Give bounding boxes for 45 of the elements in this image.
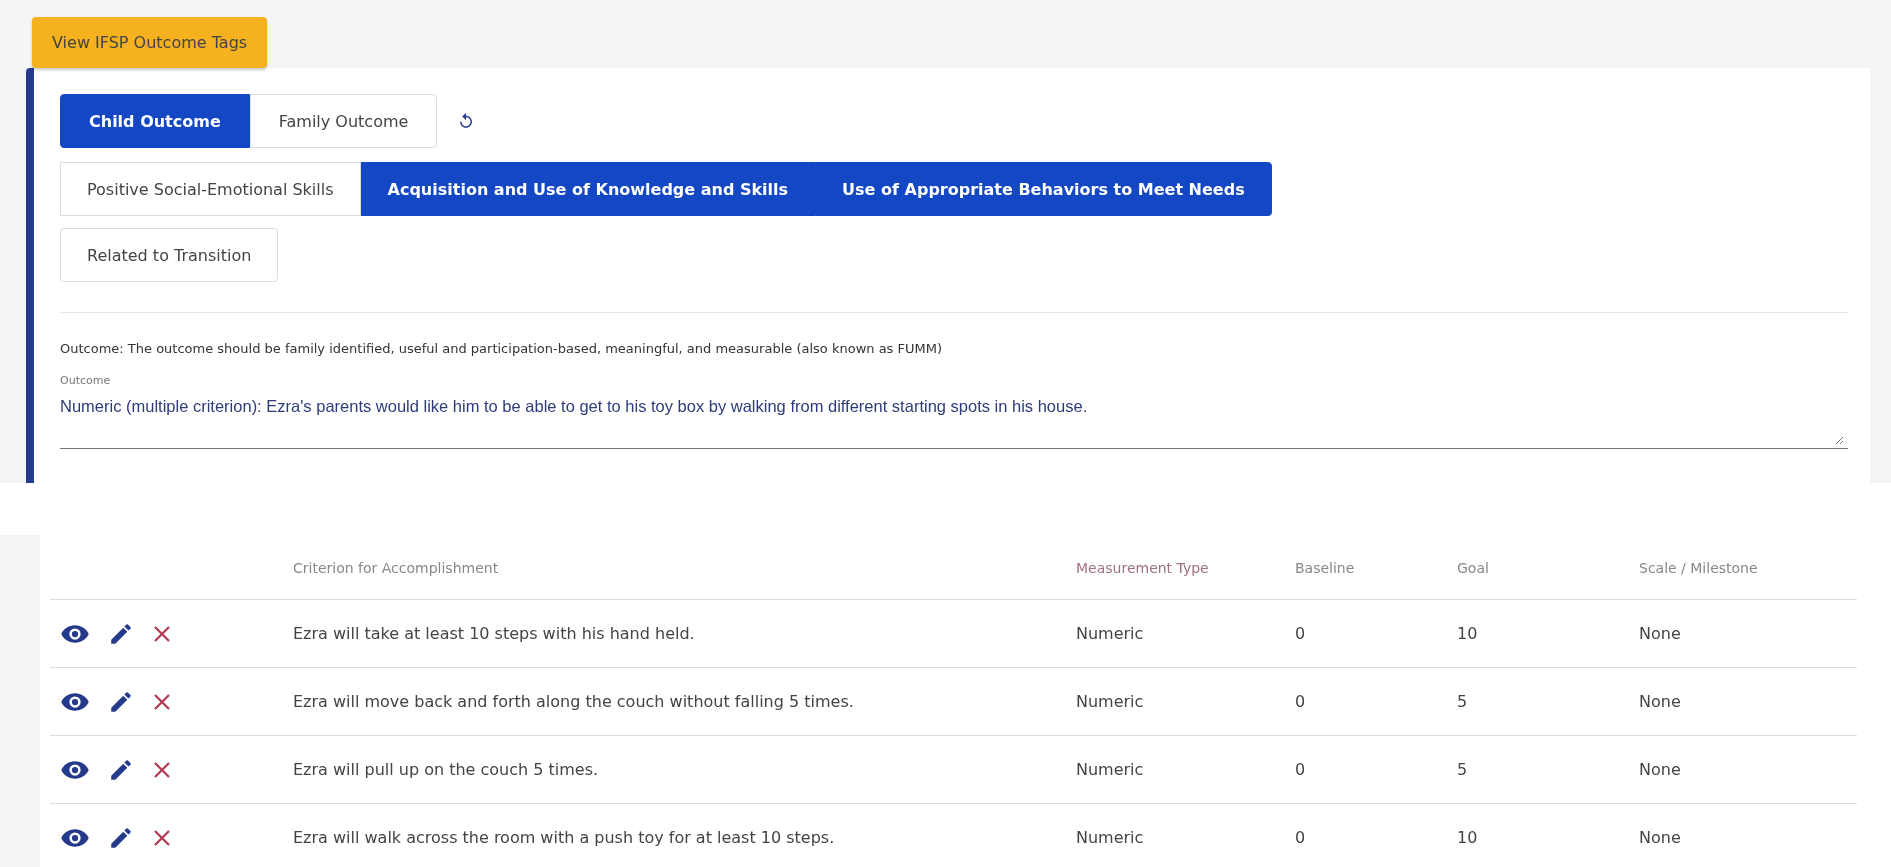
table-cell: Ezra will walk across the room with a push toy for at least 10 steps. [293, 828, 835, 847]
field-label: Outcome [60, 374, 112, 387]
table-cell: Ezra will pull up on the couch 5 times. [293, 760, 599, 779]
outcome-tab[interactable]: Child Outcome [60, 94, 250, 148]
column-header: Scale / Milestone [1639, 559, 1758, 576]
column-header: Criterion for Accomplishment [293, 559, 499, 576]
table-cell: 10 [1457, 624, 1478, 643]
table-cell: Numeric [1076, 692, 1144, 711]
delete-icon[interactable] [152, 623, 172, 644]
view-icon[interactable] [60, 827, 90, 848]
delete-icon[interactable] [152, 827, 172, 848]
guidance-text: Outcome: The outcome should be family identified, useful and participation-based, meaningful, and measurable (also known as FUMM) [60, 341, 943, 356]
table-cell: 10 [1457, 828, 1478, 847]
table-cell: 0 [1295, 828, 1306, 847]
category-tab[interactable]: Related to Transition [60, 228, 279, 282]
category-tab[interactable]: Positive Social-Emotional Skills [60, 162, 361, 216]
field-value: Numeric (multiple criterion): Ezra's parents would like him to be able to get to his toy box by walking from different starting spots in his house. [60, 397, 1089, 416]
table-cell: Ezra will take at least 10 steps with his hand held. [293, 624, 695, 643]
table-cell: 0 [1295, 692, 1306, 711]
view-icon[interactable] [60, 759, 90, 780]
table-cell: Numeric [1076, 624, 1144, 643]
table-cell: 5 [1457, 692, 1468, 711]
resize-grip-icon[interactable] [1834, 435, 1844, 445]
view-tags-button[interactable]: View IFSP Outcome Tags [32, 17, 268, 68]
outcome-tab[interactable]: Family Outcome [249, 94, 438, 148]
table-cell: 5 [1457, 760, 1468, 779]
delete-icon[interactable] [152, 691, 172, 712]
table-cell: Numeric [1076, 760, 1144, 779]
view-icon[interactable] [60, 623, 90, 644]
table-cell: 0 [1295, 624, 1306, 643]
view-icon[interactable] [60, 691, 90, 712]
column-header: Measurement Type [1076, 559, 1209, 576]
table-cell: Ezra will move back and forth along the couch without falling 5 times. [293, 692, 854, 711]
delete-icon[interactable] [152, 759, 172, 780]
category-tab[interactable]: Use of Appropriate Behaviors to Meet Needs [815, 162, 1272, 216]
table-cell: Numeric [1076, 828, 1144, 847]
category-tab[interactable]: Acquisition and Use of Knowledge and Skills [360, 162, 816, 216]
table-cell: 0 [1295, 760, 1306, 779]
column-header: Baseline [1295, 559, 1355, 576]
table-cell: None [1639, 624, 1681, 643]
column-header: Goal [1457, 559, 1489, 576]
outcome-field[interactable]: Outcome Numeric (multiple criterion): Ezra's parents would like him to be able to get to his toy box by walking from different starting spots in his house. [60, 374, 1848, 449]
table-cell: None [1639, 828, 1681, 847]
table-cell: None [1639, 760, 1681, 779]
table-cell: None [1639, 692, 1681, 711]
